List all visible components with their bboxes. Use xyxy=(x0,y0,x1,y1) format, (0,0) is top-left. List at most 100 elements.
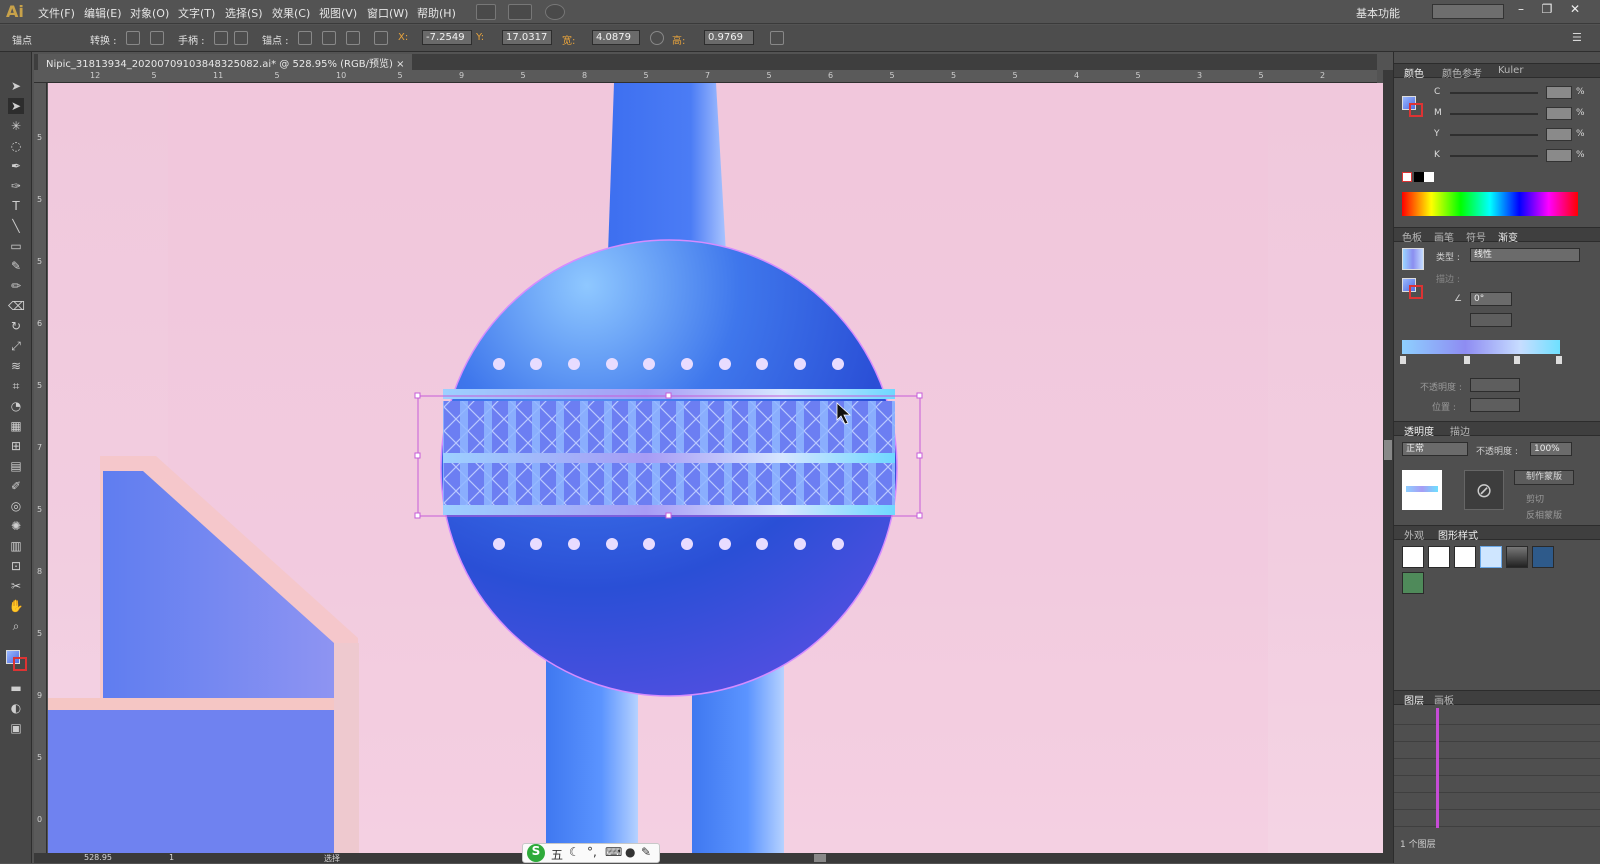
tab-transparency[interactable]: 透明度 xyxy=(1404,423,1434,438)
layer-row[interactable] xyxy=(1394,810,1600,827)
color-stroke-swatch[interactable] xyxy=(1409,103,1423,117)
show-handles-icon[interactable] xyxy=(214,31,228,45)
gradient-slider[interactable] xyxy=(1402,340,1560,354)
cut-path-icon[interactable] xyxy=(346,31,360,45)
type-tool-icon[interactable]: T xyxy=(8,198,24,214)
direct-selection-tool-icon[interactable]: ➤ xyxy=(8,98,24,114)
black-swatch[interactable] xyxy=(1414,172,1424,182)
selection-tool-icon[interactable]: ➤ xyxy=(8,78,24,94)
angle-field[interactable]: 0° xyxy=(1470,292,1512,306)
aspect-field[interactable] xyxy=(1470,313,1512,327)
blend-mode-select[interactable]: 正常 xyxy=(1402,442,1468,456)
graphic-style-default[interactable] xyxy=(1402,546,1424,568)
width-tool-icon[interactable]: ≋ xyxy=(8,358,24,374)
keyboard-icon[interactable]: ⌨ xyxy=(605,845,622,859)
eyedropper-icon[interactable]: ✐ xyxy=(8,478,24,494)
restore-icon[interactable]: ❐ xyxy=(1536,2,1558,20)
perspective-grid-icon[interactable]: ▦ xyxy=(8,418,24,434)
mesh-tool-icon[interactable]: ⊞ xyxy=(8,438,24,454)
gradient-stop[interactable] xyxy=(1400,356,1406,364)
tab-symbols[interactable]: 符号 xyxy=(1466,229,1486,244)
rotate-tool-icon[interactable]: ↻ xyxy=(8,318,24,334)
remove-anchor-icon[interactable] xyxy=(298,31,312,45)
hide-handles-icon[interactable] xyxy=(234,31,248,45)
search-input[interactable] xyxy=(1432,4,1504,19)
layer-row[interactable] xyxy=(1394,793,1600,810)
menu-effect[interactable]: 效果(C) xyxy=(272,5,310,21)
close-tab-icon[interactable]: × xyxy=(396,59,404,70)
tab-appearance[interactable]: 外观 xyxy=(1404,527,1424,542)
gradient-type-select[interactable]: 线性 xyxy=(1470,248,1580,262)
artboard-tool-icon[interactable]: ⊡ xyxy=(8,558,24,574)
symbol-sprayer-icon[interactable]: ✺ xyxy=(8,518,24,534)
rectangle-tool-icon[interactable]: ▭ xyxy=(8,238,24,254)
x-field[interactable]: -7.2549 xyxy=(422,30,472,45)
none-swatch[interactable] xyxy=(1402,172,1412,182)
pencil-icon[interactable]: ✏ xyxy=(8,278,24,294)
gradient-preview-swatch[interactable] xyxy=(1402,248,1424,270)
color-mode-icon[interactable]: ▬ xyxy=(8,680,24,696)
tab-kuler[interactable]: Kuler xyxy=(1498,65,1523,76)
artboard-canvas[interactable] xyxy=(48,83,1383,853)
slice-tool-icon[interactable]: ✂ xyxy=(8,578,24,594)
horizontal-scroll-thumb[interactable] xyxy=(814,854,826,862)
tab-artboards[interactable]: 画板 xyxy=(1434,692,1454,707)
gradient-stop[interactable] xyxy=(1514,356,1520,364)
constrain-proportions-icon[interactable] xyxy=(650,31,664,45)
minimize-icon[interactable]: – xyxy=(1510,2,1532,20)
color-spectrum[interactable] xyxy=(1402,192,1578,216)
menu-object[interactable]: 对象(O) xyxy=(130,5,169,21)
tab-swatches[interactable]: 色板 xyxy=(1402,229,1422,244)
document-tab[interactable]: Nipic_31813934_20200709103848325082.ai* … xyxy=(38,54,413,70)
bridge-icon[interactable] xyxy=(476,4,496,20)
graphic-style-2[interactable] xyxy=(1454,546,1476,568)
transparency-opacity-field[interactable]: 100% xyxy=(1530,442,1572,456)
arrange-documents-icon[interactable] xyxy=(508,4,532,20)
tab-brushes[interactable]: 画笔 xyxy=(1434,229,1454,244)
object-thumbnail[interactable] xyxy=(1402,470,1442,510)
wrench-icon[interactable]: ✎ xyxy=(641,845,651,859)
tab-layers[interactable]: 图层 xyxy=(1404,692,1424,707)
page-number[interactable]: 1 xyxy=(169,853,174,862)
scale-tool-icon[interactable]: ⤢ xyxy=(8,338,24,354)
layer-row[interactable] xyxy=(1394,759,1600,776)
invert-mask-checkbox[interactable]: 反相蒙版 xyxy=(1526,508,1562,521)
menu-help[interactable]: 帮助(H) xyxy=(417,5,456,21)
zoom-tool-icon[interactable]: ⌕ xyxy=(8,618,24,634)
layer-row[interactable] xyxy=(1394,708,1600,725)
tab-color-guide[interactable]: 颜色参考 xyxy=(1442,65,1482,80)
graphic-style-3[interactable] xyxy=(1480,546,1502,568)
layer-row[interactable] xyxy=(1394,776,1600,793)
magenta-slider[interactable]: M% xyxy=(1434,107,1594,121)
eraser-icon[interactable]: ⌫ xyxy=(8,298,25,314)
graphic-style-5[interactable] xyxy=(1532,546,1554,568)
shape-builder-icon[interactable]: ◔ xyxy=(8,398,24,414)
layer-row[interactable] xyxy=(1394,742,1600,759)
gradient-tool-icon[interactable]: ▤ xyxy=(8,458,24,474)
menu-edit[interactable]: 编辑(E) xyxy=(84,5,122,21)
white-swatch[interactable] xyxy=(1424,172,1434,182)
panel-menu-icon[interactable]: ☰ xyxy=(1572,31,1586,45)
clip-checkbox[interactable]: 剪切 xyxy=(1526,492,1544,505)
gradient-stop[interactable] xyxy=(1464,356,1470,364)
stop-location-field[interactable] xyxy=(1470,398,1520,412)
magic-wand-icon[interactable]: ✳ xyxy=(8,118,24,134)
menu-window[interactable]: 窗口(W) xyxy=(367,5,408,21)
stroke-swatch[interactable] xyxy=(13,657,27,671)
mask-placeholder-icon[interactable]: ⊘ xyxy=(1464,470,1504,510)
make-mask-button[interactable]: 制作蒙版 xyxy=(1514,470,1574,485)
vertical-scrollbar[interactable] xyxy=(1383,70,1393,853)
sogou-icon[interactable]: S xyxy=(527,844,545,862)
moon-icon[interactable]: ☾ xyxy=(569,845,580,859)
menu-view[interactable]: 视图(V) xyxy=(319,5,357,21)
workspace-switcher[interactable]: 基本功能 xyxy=(1356,5,1400,21)
black-slider[interactable]: K% xyxy=(1434,149,1594,163)
gradient-stroke-swatch[interactable] xyxy=(1409,285,1423,299)
gpu-performance-icon[interactable] xyxy=(545,4,565,20)
pen-tool-icon[interactable]: ✒ xyxy=(8,158,24,174)
drawing-mode-icon[interactable]: ◐ xyxy=(8,700,24,716)
convert-smooth-icon[interactable] xyxy=(150,31,164,45)
graphic-style-6[interactable] xyxy=(1402,572,1424,594)
user-icon[interactable]: ● xyxy=(625,845,635,859)
graphic-style-1[interactable] xyxy=(1428,546,1450,568)
